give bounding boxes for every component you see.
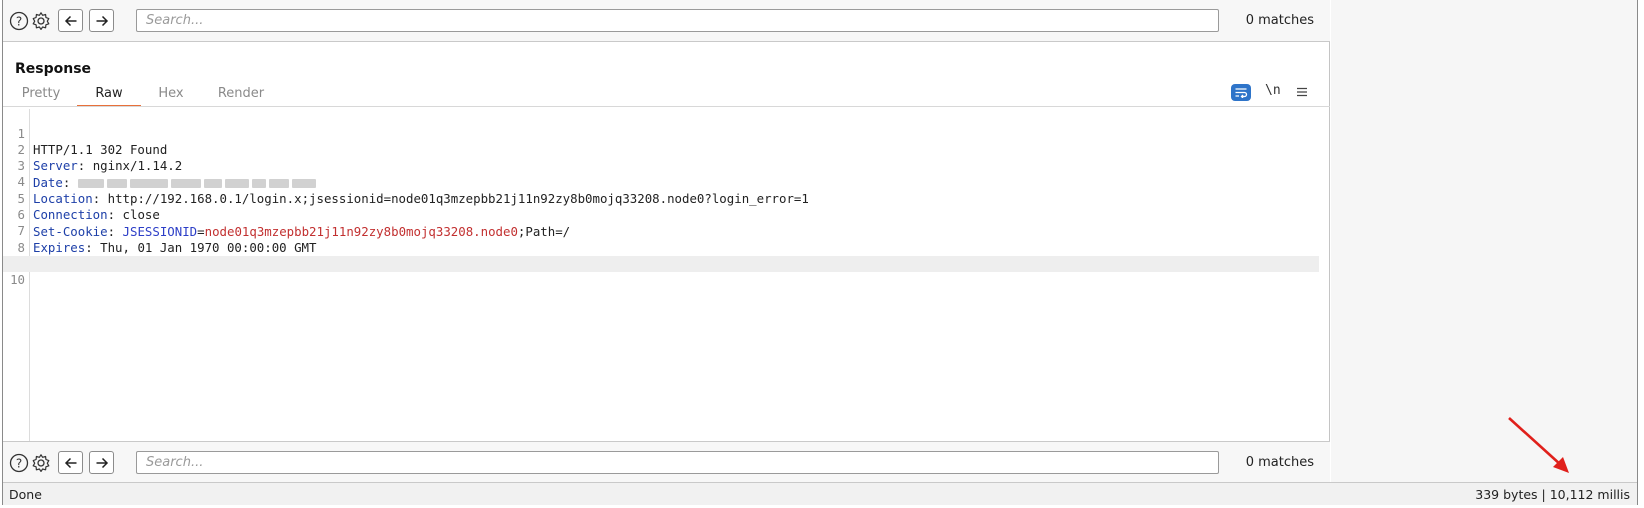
help-icon[interactable]: ?	[9, 453, 29, 473]
status-bar: Done 339 bytes | 10,112 millis	[3, 482, 1637, 505]
match-count: 0 matches	[1245, 13, 1314, 28]
tab-hex[interactable]: Hex	[149, 85, 193, 107]
menu-icon	[1297, 87, 1307, 97]
show-newlines-button[interactable]: \n	[1265, 83, 1281, 98]
response-title: Response	[15, 61, 92, 77]
tabs-divider	[3, 106, 1330, 107]
code-line: 4 Location: http://192.168.0.1/login.x;j…	[3, 158, 1319, 206]
tab-raw[interactable]: Raw	[77, 85, 141, 107]
message-editor-pane: ? 0 matches Response Pretty Raw Hex Rend…	[3, 0, 1330, 483]
current-code-line: 10	[3, 255, 1319, 287]
word-wrap-icon	[1235, 88, 1248, 98]
code-line: 9	[3, 239, 1319, 271]
back-arrow-icon	[64, 15, 76, 26]
search-input[interactable]	[136, 9, 1219, 32]
code-line: 2 Server: nginx/1.14.2	[3, 125, 1319, 174]
back-button[interactable]	[58, 9, 83, 32]
line-number: 10	[10, 272, 25, 288]
tab-pretty[interactable]: Pretty	[17, 85, 65, 107]
back-button[interactable]	[58, 451, 83, 474]
code-line: 5 Connection: close	[3, 174, 1319, 223]
forward-button[interactable]	[89, 9, 114, 32]
match-count: 0 matches	[1245, 455, 1314, 470]
tab-render[interactable]: Render	[213, 85, 269, 107]
code-line: 3 Date:	[3, 142, 1319, 190]
word-wrap-button[interactable]	[1231, 84, 1251, 101]
svg-text:?: ?	[16, 456, 22, 470]
bottom-search-toolbar: ? 0 matches	[3, 441, 1330, 483]
app-frame: ? 0 matches Response Pretty Raw Hex Rend…	[2, 0, 1638, 505]
svg-text:?: ?	[16, 14, 22, 28]
status-text: Done	[9, 487, 42, 502]
search-input[interactable]	[136, 451, 1219, 474]
menu-button[interactable]	[1296, 84, 1308, 102]
help-icon[interactable]: ?	[9, 11, 29, 31]
forward-button[interactable]	[89, 451, 114, 474]
settings-icon[interactable]	[31, 453, 51, 473]
response-size-timing: 339 bytes | 10,112 millis	[1475, 487, 1630, 502]
top-search-toolbar: ? 0 matches	[3, 0, 1330, 42]
forward-arrow-icon	[96, 457, 108, 468]
inspector-pane	[1331, 0, 1637, 482]
settings-icon[interactable]	[31, 11, 51, 31]
code-line: 1 HTTP/1.1 302 Found	[3, 109, 1319, 158]
response-tabs: Pretty Raw Hex Render	[3, 85, 1330, 107]
annotation-arrow-icon	[1508, 417, 1569, 473]
code-line: 6 Set-Cookie: JSESSIONID=node01q3mzepbb2…	[3, 191, 1319, 239]
forward-arrow-icon	[96, 15, 108, 26]
back-arrow-icon	[64, 457, 76, 468]
code-line: 7 Expires: Thu, 01 Jan 1970 00:00:00 GMT	[3, 207, 1319, 255]
code-line: 8 Content-Length: 0	[3, 223, 1319, 272]
raw-response-editor[interactable]: 1 HTTP/1.1 302 Found 2 Server: nginx/1.1…	[3, 109, 1330, 441]
